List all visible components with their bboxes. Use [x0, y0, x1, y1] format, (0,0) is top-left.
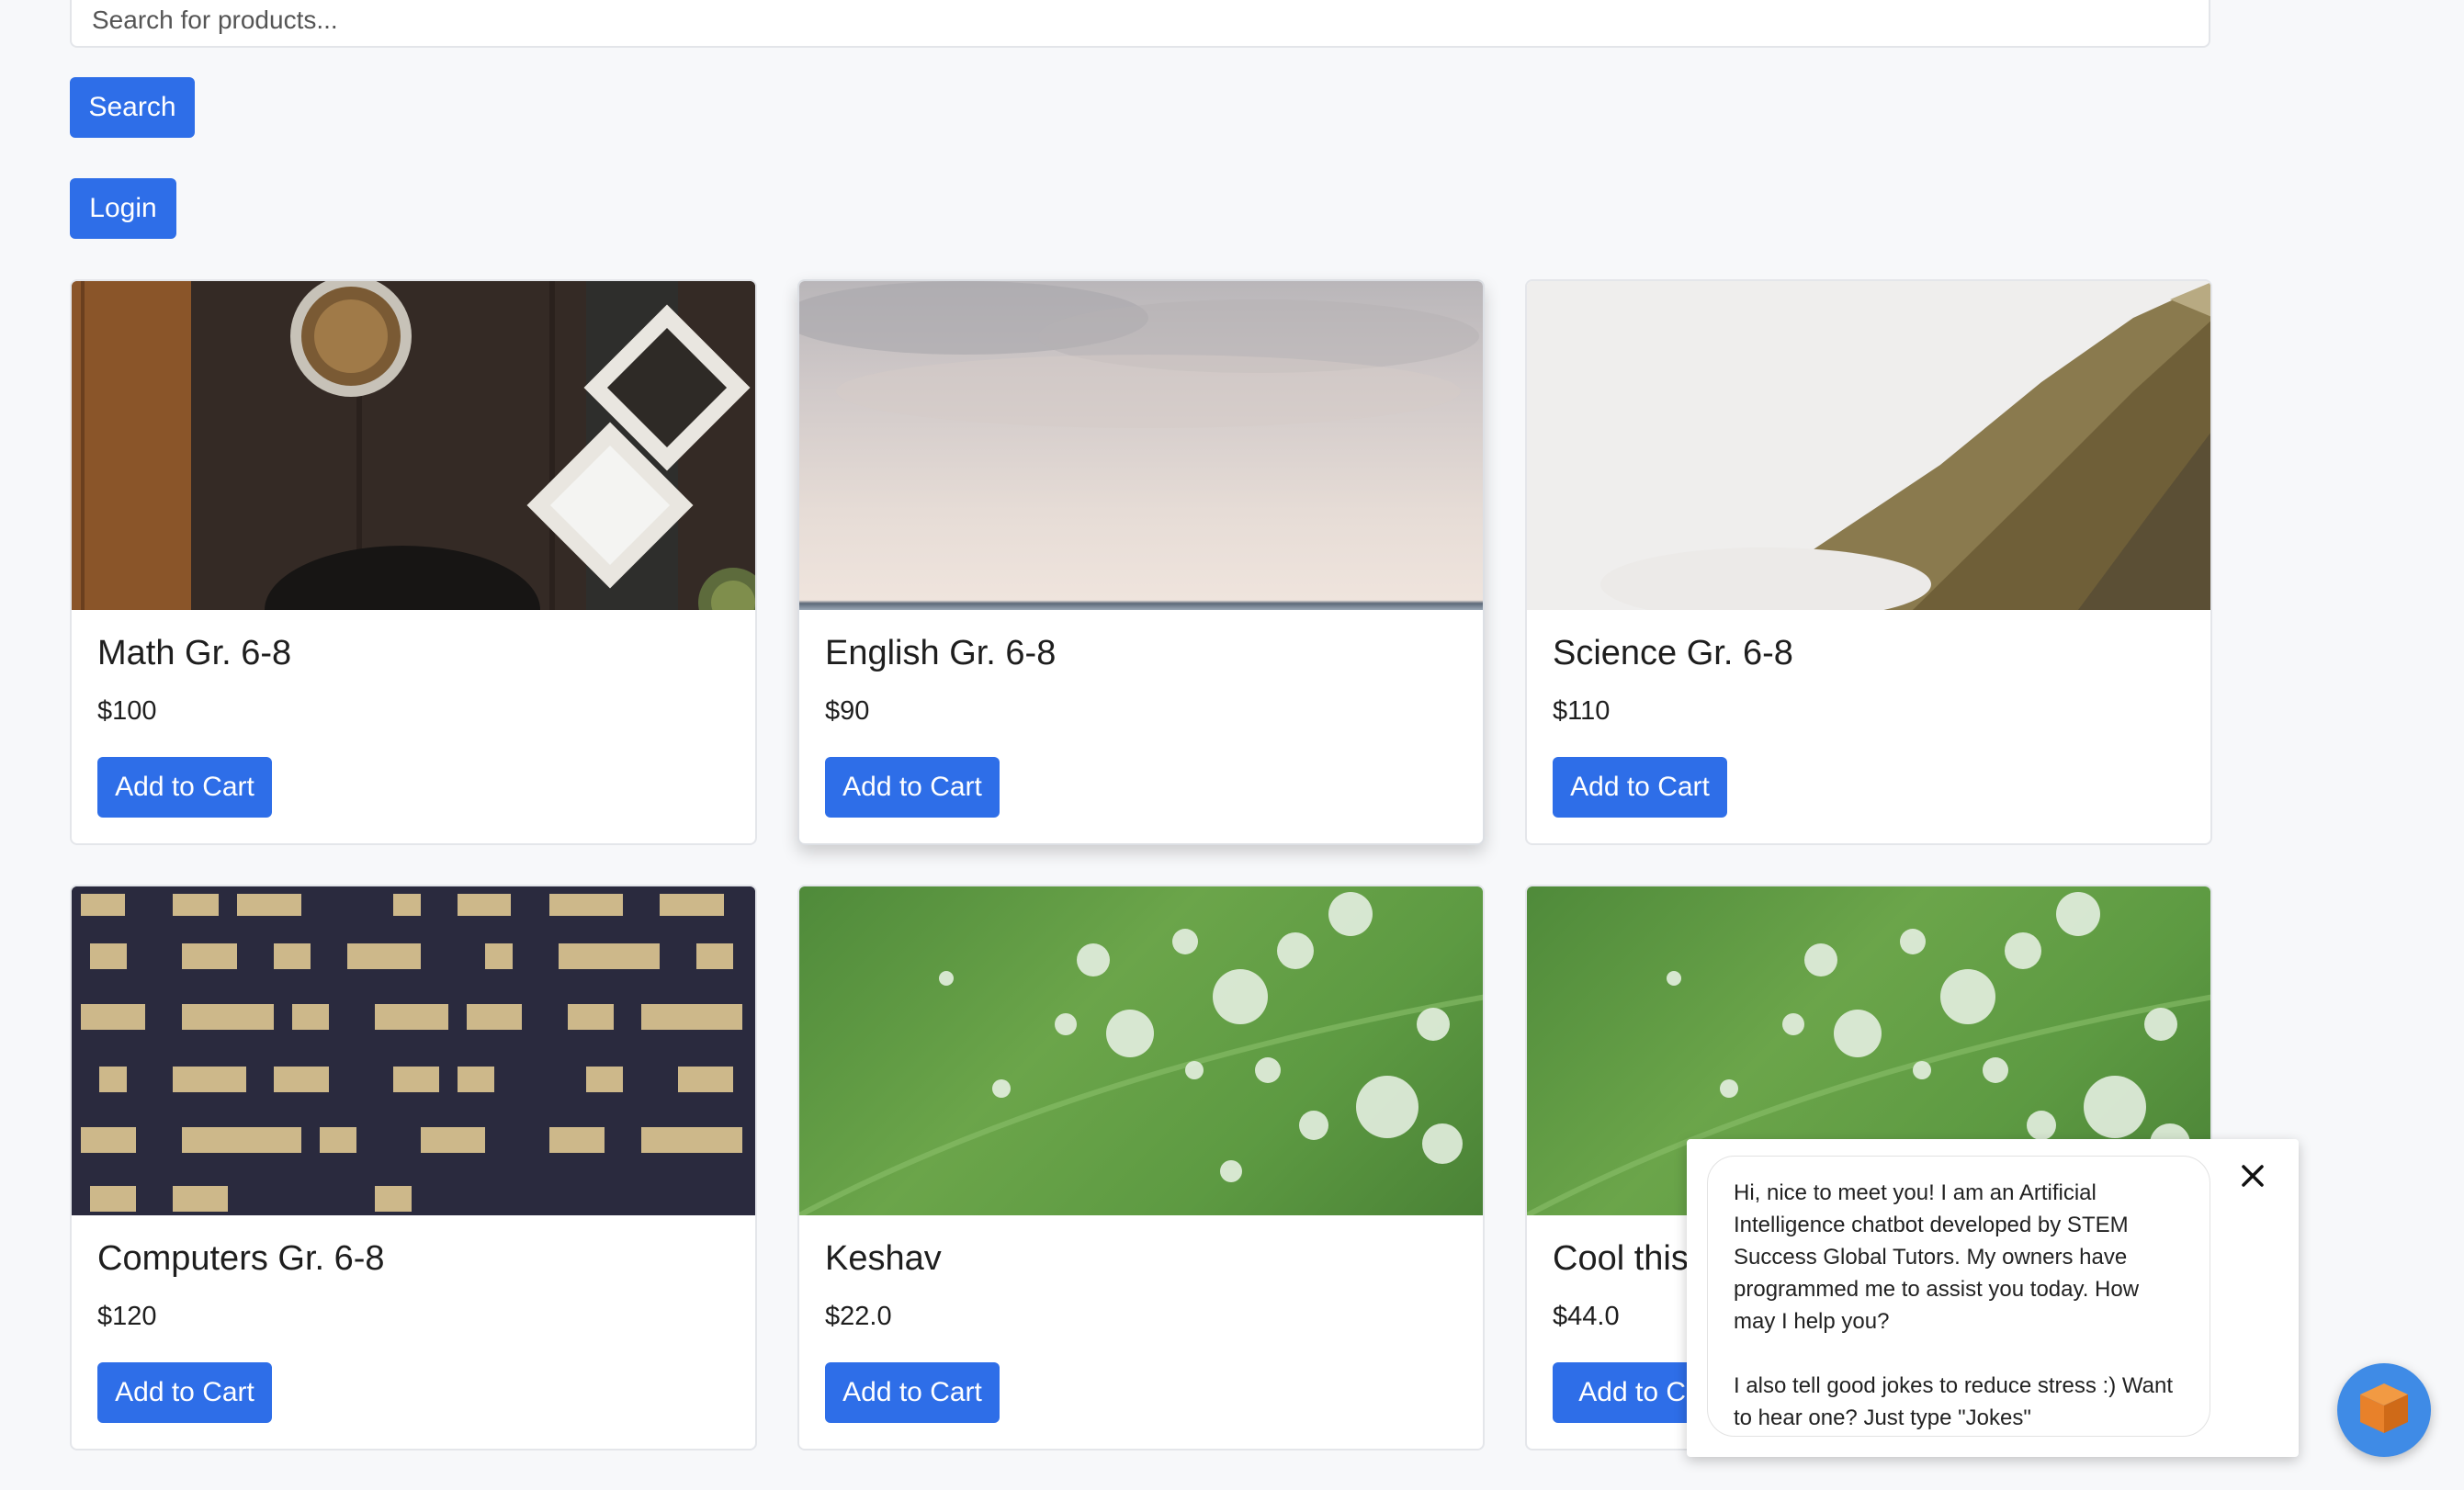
product-image: [72, 281, 755, 610]
product-card: English Gr. 6-8 $90 Add to Cart: [797, 279, 1485, 845]
add-to-cart-button[interactable]: Add to Cart: [97, 757, 272, 818]
add-to-cart-button[interactable]: Add to Cart: [1553, 757, 1727, 818]
product-image: [1527, 281, 2210, 610]
product-card: Keshav $22.0 Add to Cart: [797, 885, 1485, 1450]
product-price: $110: [1553, 696, 1611, 726]
product-image: [799, 886, 1483, 1215]
add-to-cart-button[interactable]: Add to Cart: [825, 1362, 1000, 1423]
close-icon[interactable]: [2234, 1157, 2271, 1194]
chatbot-panel: Hi, nice to meet you! I am an Artificial…: [1687, 1139, 2299, 1457]
cube-icon: [2357, 1380, 2412, 1441]
product-card: Math Gr. 6-8 $100 Add to Cart: [70, 279, 757, 845]
product-price: $100: [97, 696, 157, 726]
add-to-cart-button[interactable]: Add to Cart: [825, 757, 1000, 818]
product-title: Science Gr. 6-8: [1553, 634, 1793, 672]
product-card: Science Gr. 6-8 $110 Add to Cart: [1525, 279, 2212, 845]
product-title: Math Gr. 6-8: [97, 634, 292, 672]
product-title: Cool this: [1553, 1239, 1689, 1278]
chatbot-launcher-button[interactable]: [2337, 1363, 2431, 1457]
product-title: Computers Gr. 6-8: [97, 1239, 385, 1278]
search-button[interactable]: Search: [70, 77, 195, 138]
login-button[interactable]: Login: [70, 178, 176, 239]
chatbot-message: Hi, nice to meet you! I am an Artificial…: [1707, 1156, 2210, 1437]
product-price: $44.0: [1553, 1302, 1620, 1331]
product-title: English Gr. 6-8: [825, 634, 1057, 672]
product-price: $90: [825, 696, 870, 726]
product-price: $22.0: [825, 1302, 892, 1331]
search-input[interactable]: [70, 0, 2210, 48]
product-image: [72, 886, 755, 1215]
product-card: Computers Gr. 6-8 $120 Add to Cart: [70, 885, 757, 1450]
product-image: [799, 281, 1483, 610]
product-title: Keshav: [825, 1239, 942, 1278]
add-to-cart-button[interactable]: Add to Cart: [97, 1362, 272, 1423]
product-price: $120: [97, 1302, 157, 1331]
